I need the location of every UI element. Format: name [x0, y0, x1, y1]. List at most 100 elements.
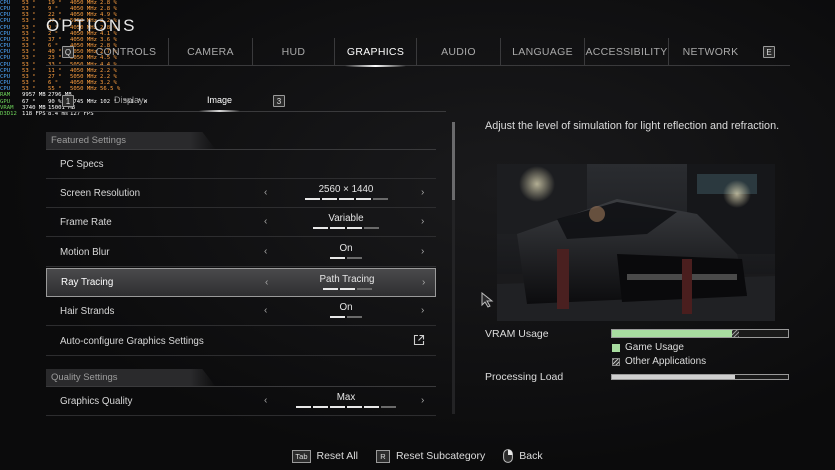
indicator-pip: [372, 198, 388, 200]
processing-load-fill: [612, 375, 735, 379]
subtab-display[interactable]: Display: [114, 95, 144, 105]
mouse-cursor-icon: [481, 292, 494, 308]
indicator-pip: [338, 198, 354, 200]
setting-value: On: [339, 302, 353, 313]
setting-label: Hair Strands: [60, 305, 115, 317]
overlay-value: 118 FPS: [22, 110, 46, 117]
setting-ray-tracing[interactable]: Ray Tracing ‹ Path Tracing ›: [46, 268, 436, 297]
subcategory-tabs: 1 Display Image 3: [46, 90, 446, 112]
mouse-right-click-icon: [503, 449, 514, 463]
preview-image: [497, 164, 775, 321]
back-label: Back: [519, 450, 543, 462]
footer-hints: Tab Reset All R Reset Subcategory Back: [0, 449, 835, 463]
setting-value: On: [339, 243, 353, 254]
chevron-right-icon[interactable]: ›: [421, 187, 424, 198]
vram-usage-bar: [611, 329, 789, 338]
setting-graphics-quality[interactable]: Graphics Quality ‹ Max ›: [46, 387, 436, 416]
scrollbar-thumb[interactable]: [452, 122, 455, 200]
subtab-image[interactable]: Image: [198, 95, 241, 112]
prev-tab-key-icon[interactable]: Q: [62, 46, 74, 58]
setting-label: Frame Rate: [60, 216, 112, 228]
chevron-right-icon[interactable]: ›: [421, 395, 424, 406]
indicator-pip: [347, 316, 362, 318]
chevron-right-icon[interactable]: ›: [421, 246, 424, 257]
legend-label: Other Applications: [625, 356, 707, 367]
legend-label: Game Usage: [625, 342, 684, 353]
value-indicator: [322, 288, 372, 290]
chevron-left-icon[interactable]: ‹: [264, 216, 267, 227]
section-label: Featured Settings: [51, 135, 126, 146]
tab-network[interactable]: NETWORK: [668, 38, 752, 66]
indicator-pip: [321, 198, 337, 200]
setting-auto-configure[interactable]: Auto-configure Graphics Settings: [46, 327, 436, 356]
back-button[interactable]: Back: [503, 449, 543, 463]
r-key-icon: R: [375, 449, 390, 463]
indicator-pip: [322, 288, 338, 290]
indicator-pip: [347, 406, 362, 408]
value-indicator: [304, 198, 388, 200]
reset-subcategory-label: Reset Subcategory: [395, 450, 486, 462]
next-tab-key-icon[interactable]: E: [763, 46, 775, 58]
value-indicator: [330, 316, 362, 318]
indicator-pip: [330, 316, 345, 318]
chevron-right-icon[interactable]: ›: [421, 216, 424, 227]
vram-usage-label: VRAM Usage: [485, 328, 549, 340]
next-subtab-key-icon[interactable]: 3: [273, 95, 285, 107]
chevron-right-icon[interactable]: ›: [421, 305, 424, 316]
chevron-left-icon[interactable]: ‹: [264, 246, 267, 257]
setting-value: Path Tracing: [319, 274, 375, 285]
indicator-pip: [356, 288, 372, 290]
indicator-pip: [313, 406, 328, 408]
reset-subcategory-button[interactable]: R Reset Subcategory: [375, 449, 486, 463]
tab-camera[interactable]: CAMERA: [168, 38, 252, 66]
tab-key-icon: Tab: [292, 449, 311, 463]
chevron-right-icon[interactable]: ›: [422, 277, 425, 288]
indicator-pip: [330, 257, 345, 259]
setting-label: Screen Resolution: [60, 187, 141, 199]
indicator-pip: [381, 406, 396, 408]
setting-value: Max: [336, 392, 356, 403]
setting-label: Graphics Quality: [60, 395, 133, 407]
setting-frame-rate[interactable]: Frame Rate ‹ Variable ›: [46, 208, 436, 237]
setting-screen-resolution[interactable]: Screen Resolution ‹ 2560 × 1440 ›: [46, 179, 436, 208]
indicator-pip: [304, 198, 320, 200]
value-indicator: [296, 406, 396, 408]
vram-game-fill: [612, 330, 732, 337]
indicator-pip: [364, 227, 379, 229]
chevron-left-icon[interactable]: ‹: [265, 277, 268, 288]
external-link-icon[interactable]: [413, 334, 425, 346]
chevron-left-icon[interactable]: ‹: [264, 305, 267, 316]
chevron-left-icon[interactable]: ‹: [264, 187, 267, 198]
prev-subtab-key-icon[interactable]: 1: [62, 95, 74, 107]
vram-other-fill: [732, 330, 739, 337]
tab-audio[interactable]: AUDIO: [416, 38, 500, 66]
reset-all-button[interactable]: Tab Reset All: [292, 449, 358, 463]
indicator-pip: [347, 257, 362, 259]
setting-value: 2560 × 1440: [318, 184, 374, 195]
indicator-pip: [330, 227, 345, 229]
setting-pc-specs[interactable]: PC Specs: [46, 150, 436, 179]
tab-hud[interactable]: HUD: [252, 38, 334, 66]
tab-accessibility[interactable]: ACCESSIBILITY: [584, 38, 668, 66]
tab-language[interactable]: LANGUAGE: [500, 38, 584, 66]
page-title: OPTIONS: [46, 16, 137, 35]
setting-description: Adjust the level of simulation for light…: [485, 120, 780, 132]
indicator-pip: [339, 288, 355, 290]
game-usage-swatch: [612, 343, 620, 352]
indicator-pip: [330, 406, 345, 408]
setting-hair-strands[interactable]: Hair Strands ‹ On ›: [46, 297, 436, 326]
tab-graphics[interactable]: GRAPHICS: [334, 38, 416, 67]
tab-controls[interactable]: CONTROLS: [84, 38, 168, 66]
chevron-left-icon[interactable]: ‹: [264, 395, 267, 406]
settings-scrollbar[interactable]: [452, 122, 455, 414]
category-tab-bar: Q CONTROLS CAMERA HUD GRAPHICS AUDIO LAN…: [46, 38, 790, 67]
setting-motion-blur[interactable]: Motion Blur ‹ On ›: [46, 238, 436, 267]
processing-load-label: Processing Load: [485, 371, 564, 383]
reset-all-label: Reset All: [316, 450, 358, 462]
section-featured-settings: Featured Settings: [46, 132, 436, 150]
value-indicator: [313, 227, 379, 229]
setting-label: Ray Tracing: [61, 277, 114, 288]
indicator-pip: [313, 227, 328, 229]
indicator-pip: [347, 227, 362, 229]
setting-label: Auto-configure Graphics Settings: [60, 335, 204, 347]
